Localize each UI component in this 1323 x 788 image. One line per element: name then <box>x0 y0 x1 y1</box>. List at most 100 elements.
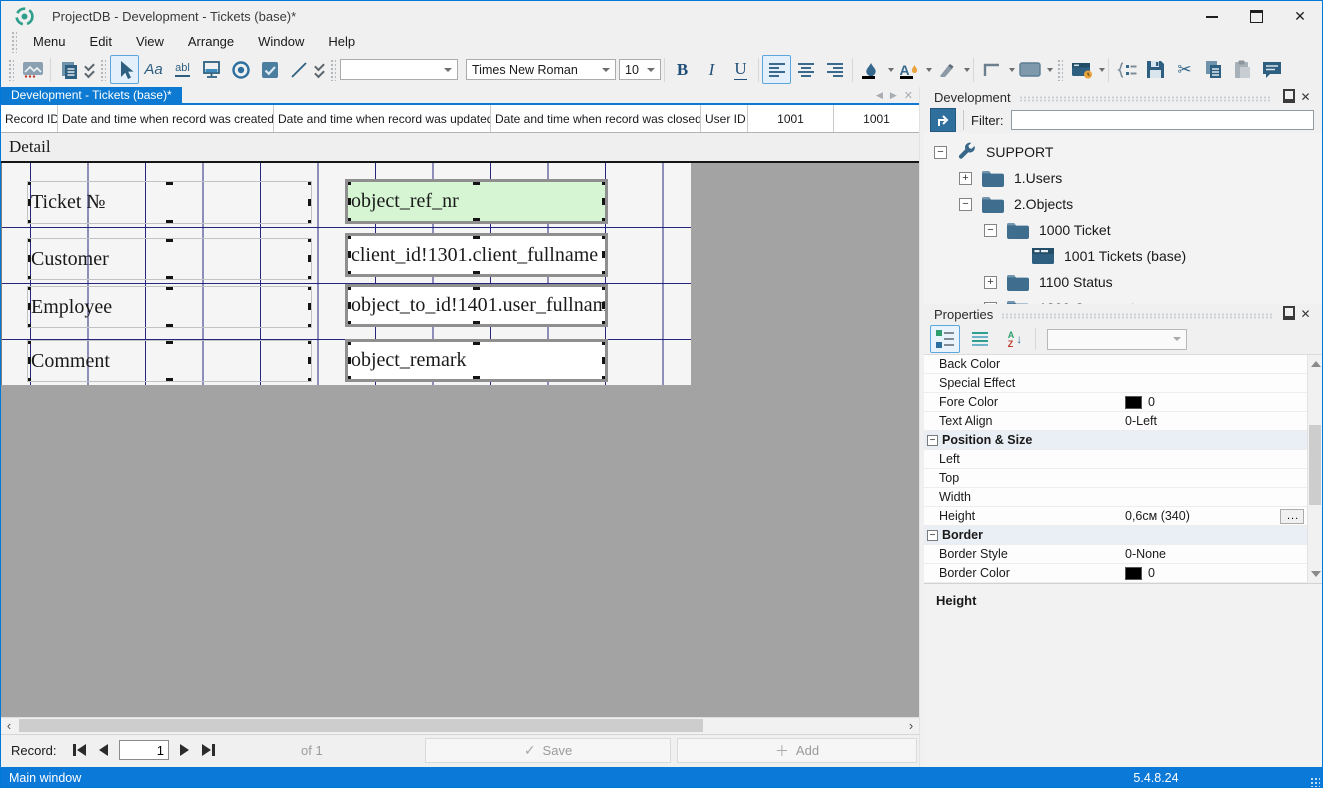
selection-handle[interactable] <box>345 179 351 185</box>
selection-handle[interactable] <box>308 181 312 185</box>
font-size-combobox[interactable]: 10 <box>619 59 661 80</box>
collapse-icon[interactable]: − <box>959 198 972 211</box>
horizontal-scrollbar[interactable]: ‹ › <box>1 717 919 734</box>
property-row-back-color[interactable]: Back Color <box>924 355 1307 374</box>
selection-handle[interactable] <box>602 357 608 364</box>
scroll-up-icon[interactable] <box>1311 361 1321 367</box>
tree-node-objects[interactable]: − 2.Objects <box>924 191 1322 217</box>
first-record-button[interactable] <box>71 742 88 758</box>
property-row-fore-color[interactable]: Fore Color0 <box>924 393 1307 412</box>
resize-grip[interactable] <box>1310 777 1320 787</box>
collapse-icon[interactable]: − <box>934 146 947 159</box>
expand-icon[interactable]: + <box>984 276 997 289</box>
scrollbar-thumb[interactable] <box>19 719 703 732</box>
field-client-fullname[interactable]: client_id!1301.client_fullname <box>345 233 608 277</box>
minimize-button[interactable] <box>1190 1 1234 32</box>
selection-handle[interactable] <box>166 340 173 344</box>
selection-handle[interactable] <box>166 220 173 224</box>
drag-grip[interactable] <box>1057 59 1063 81</box>
property-row-width[interactable]: Width <box>924 488 1307 507</box>
tab-close-icon[interactable]: ✕ <box>904 89 913 102</box>
selection-handle[interactable] <box>473 284 480 290</box>
selection-handle[interactable] <box>345 376 351 382</box>
image-tool-button[interactable] <box>18 55 47 84</box>
last-record-button[interactable] <box>200 742 217 758</box>
chevron-down-icon[interactable] <box>964 68 970 72</box>
properties-scrollbar[interactable] <box>1307 355 1322 583</box>
scrollbar-thumb[interactable] <box>1309 425 1321 505</box>
selection-handle[interactable] <box>27 286 31 290</box>
tree-node-support[interactable]: − SUPPORT <box>924 139 1322 165</box>
next-record-button[interactable] <box>178 742 191 758</box>
selection-handle[interactable] <box>166 238 173 242</box>
tree-node-1000-ticket[interactable]: − 1000 Ticket <box>924 217 1322 243</box>
property-row-left[interactable]: Left <box>924 450 1307 469</box>
menu-item-view[interactable]: View <box>124 32 176 52</box>
selection-handle[interactable] <box>308 199 312 206</box>
form-options-button[interactable] <box>1067 55 1096 84</box>
bold-button[interactable]: B <box>668 55 697 84</box>
tree-node-users[interactable]: + 1.Users <box>924 165 1322 191</box>
detail-section-grid[interactable]: Ticket № Customer Employee Comment objec… <box>1 163 691 385</box>
menu-item-help[interactable]: Help <box>316 32 367 52</box>
save-record-button[interactable]: ✓ Save <box>425 738 671 763</box>
property-row-border-color[interactable]: Border Color0 <box>924 564 1307 583</box>
property-row-text-align[interactable]: Text Align0-Left <box>924 412 1307 431</box>
underline-button[interactable]: U <box>726 55 755 84</box>
textbox-tool-button[interactable]: abl <box>168 55 197 84</box>
tab-scroll-right-icon[interactable]: ▶ <box>890 90 897 101</box>
selection-handle[interactable] <box>345 271 351 277</box>
label-employee[interactable]: Employee <box>27 286 312 328</box>
property-section-position-size[interactable]: −Position & Size <box>924 431 1307 450</box>
tree-node-1200-comment[interactable]: + 1200 Comment <box>924 295 1322 304</box>
font-name-combobox[interactable]: Times New Roman <box>466 59 616 80</box>
selection-handle[interactable] <box>308 255 312 262</box>
radio-tool-button[interactable] <box>226 55 255 84</box>
selection-handle[interactable] <box>345 357 351 364</box>
property-section-border[interactable]: −Border <box>924 526 1307 545</box>
drag-grip[interactable] <box>100 59 106 81</box>
close-button[interactable]: ✕ <box>1278 1 1322 32</box>
selection-handle[interactable] <box>473 271 480 277</box>
border-corner-button[interactable] <box>977 55 1006 84</box>
label-tool-button[interactable]: Aa <box>139 55 168 84</box>
tab-development-tickets[interactable]: Development - Tickets (base)* <box>1 87 182 103</box>
cut-button[interactable]: ✂ <box>1170 55 1199 84</box>
label-customer[interactable]: Customer <box>27 238 312 280</box>
selection-handle[interactable] <box>27 378 31 382</box>
selection-handle[interactable] <box>166 286 173 290</box>
selection-handle[interactable] <box>345 218 351 224</box>
chevron-double-down-icon[interactable] <box>85 63 94 76</box>
tree-node-1100-status[interactable]: + 1100 Status <box>924 269 1322 295</box>
add-record-button[interactable]: ＋ Add <box>677 738 917 763</box>
selection-handle[interactable] <box>473 233 480 239</box>
screen-tool-button[interactable] <box>197 55 226 84</box>
property-row-border-style[interactable]: Border Style0-None <box>924 545 1307 564</box>
selection-handle[interactable] <box>602 179 608 185</box>
selection-handle[interactable] <box>27 238 31 242</box>
scrollbar-track[interactable] <box>17 718 903 734</box>
selection-handle[interactable] <box>27 255 31 262</box>
selection-handle[interactable] <box>27 324 31 328</box>
drag-grip[interactable] <box>11 31 17 53</box>
scroll-right-icon[interactable]: › <box>903 718 919 734</box>
selection-handle[interactable] <box>308 340 312 344</box>
previous-record-button[interactable] <box>97 742 110 758</box>
comment-button[interactable] <box>1257 55 1286 84</box>
scroll-down-icon[interactable] <box>1311 571 1321 577</box>
detail-band-header[interactable]: Detail <box>1 133 919 163</box>
selection-handle[interactable] <box>602 321 608 327</box>
pointer-tool-button[interactable] <box>110 55 139 84</box>
selection-handle[interactable] <box>308 238 312 242</box>
header-cell-record-id[interactable]: Record ID <box>1 105 58 132</box>
close-panel-icon[interactable]: ✕ <box>1297 307 1314 321</box>
selection-handle[interactable] <box>602 198 608 205</box>
save-button[interactable] <box>1141 55 1170 84</box>
align-center-button[interactable] <box>791 55 820 84</box>
property-row-top[interactable]: Top <box>924 469 1307 488</box>
selection-handle[interactable] <box>308 378 312 382</box>
drag-grip[interactable] <box>8 59 14 81</box>
align-left-button[interactable] <box>762 55 791 84</box>
selection-handle[interactable] <box>345 233 351 239</box>
maximize-button[interactable] <box>1234 1 1278 32</box>
